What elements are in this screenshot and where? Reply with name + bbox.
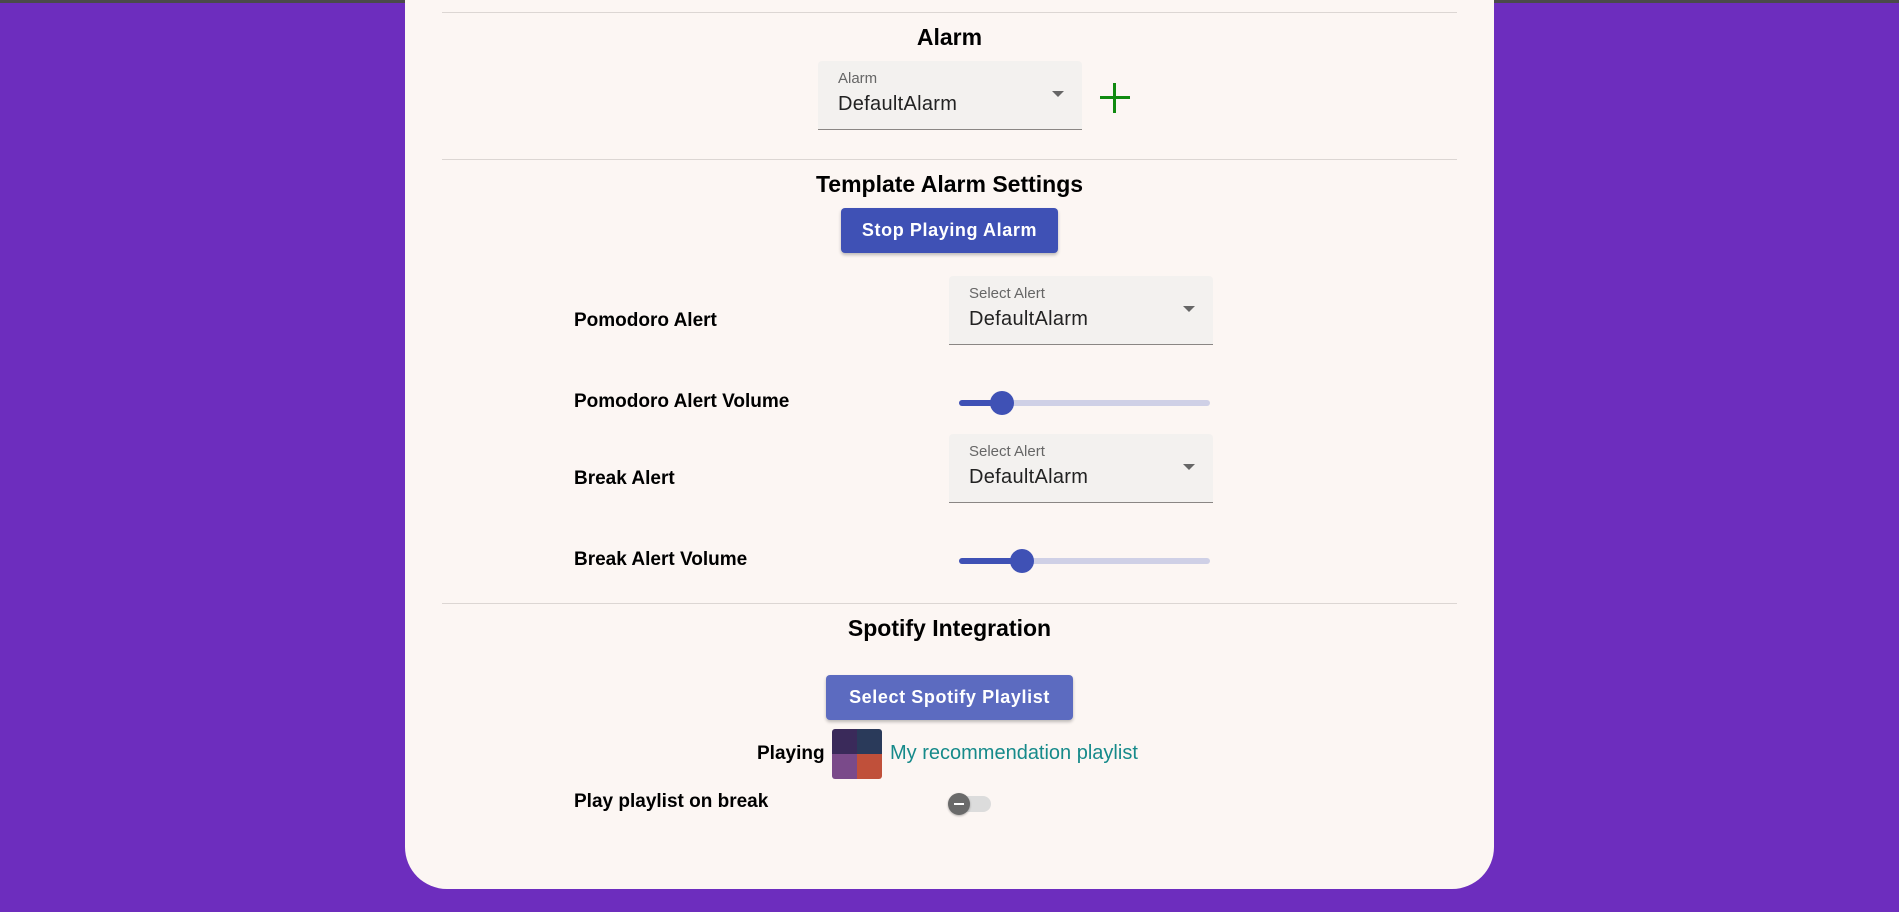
pomodoro-volume-slider[interactable] xyxy=(959,391,1210,415)
slider-thumb[interactable] xyxy=(1009,549,1034,573)
alarm-select-label: Alarm xyxy=(838,70,878,87)
divider xyxy=(442,159,1457,160)
slider-thumb[interactable] xyxy=(989,391,1014,415)
pomodoro-alert-select-value: DefaultAlarm xyxy=(969,308,1089,330)
break-alert-label: Break Alert xyxy=(574,468,675,489)
playlist-link[interactable]: My recommendation playlist xyxy=(890,742,1138,765)
pomodoro-alert-volume-label: Pomodoro Alert Volume xyxy=(574,391,790,412)
alarm-select-value: DefaultAlarm xyxy=(838,93,958,115)
select-spotify-playlist-button[interactable]: Select Spotify Playlist xyxy=(826,675,1073,720)
chevron-down-icon xyxy=(1183,306,1195,312)
minus-icon[interactable] xyxy=(948,793,970,815)
add-alarm-button[interactable] xyxy=(1100,83,1130,113)
break-alert-select[interactable]: Select Alert DefaultAlarm xyxy=(949,434,1213,503)
play-playlist-on-break-label: Play playlist on break xyxy=(574,791,769,812)
alarm-section-title: Alarm xyxy=(916,24,983,50)
break-alert-volume-label: Break Alert Volume xyxy=(574,549,748,570)
play-on-break-toggle[interactable] xyxy=(948,793,994,815)
pomodoro-alert-select-label: Select Alert xyxy=(969,285,1045,302)
divider xyxy=(442,12,1457,13)
pomodoro-alert-select[interactable]: Select Alert DefaultAlarm xyxy=(949,276,1213,345)
settings-card: Alarm Alarm DefaultAlarm Template Alarm … xyxy=(405,0,1494,889)
chevron-down-icon xyxy=(1052,91,1064,97)
stop-playing-alarm-button[interactable]: Stop Playing Alarm xyxy=(841,208,1058,253)
chevron-down-icon xyxy=(1183,464,1195,470)
playing-label: Playing xyxy=(757,743,825,764)
divider xyxy=(442,603,1457,604)
break-alert-select-label: Select Alert xyxy=(969,443,1045,460)
alarm-select[interactable]: Alarm DefaultAlarm xyxy=(818,61,1082,130)
template-section-title: Template Alarm Settings xyxy=(815,171,1084,197)
pomodoro-alert-label: Pomodoro Alert xyxy=(574,310,717,331)
now-playing-row: Playing My recommendation playlist xyxy=(405,729,1494,781)
spotify-section-title: Spotify Integration xyxy=(847,615,1052,641)
break-volume-slider[interactable] xyxy=(959,549,1210,573)
break-alert-select-value: DefaultAlarm xyxy=(969,466,1089,488)
playlist-cover-image xyxy=(832,729,882,779)
